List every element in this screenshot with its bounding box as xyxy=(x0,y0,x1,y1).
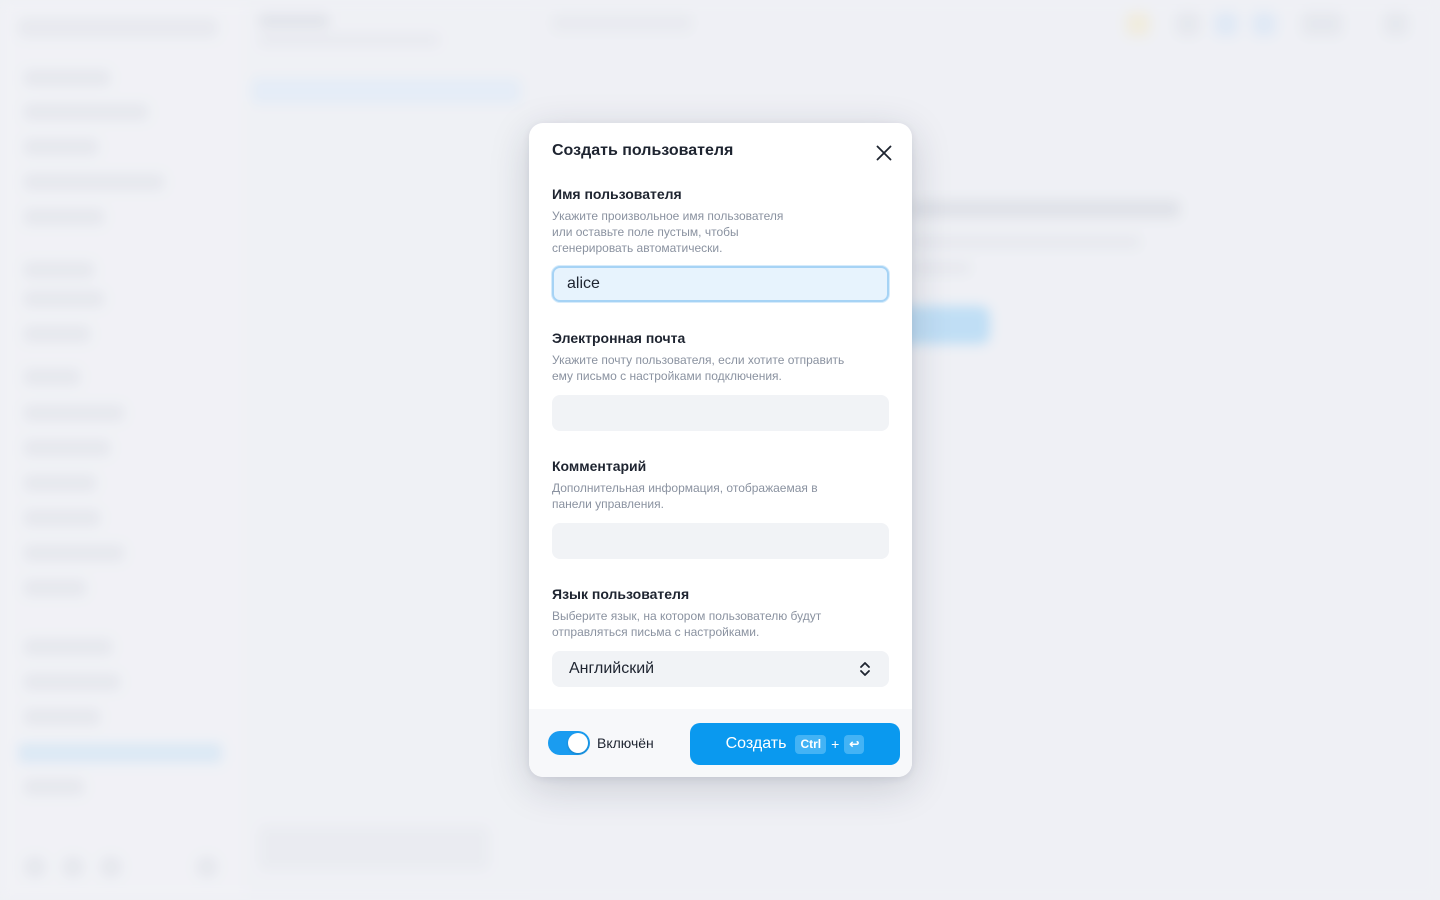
username-label: Имя пользователя xyxy=(552,186,682,202)
close-button[interactable] xyxy=(870,139,898,167)
language-hint: Выберите язык, на котором пользователю б… xyxy=(552,608,889,640)
language-selected-value: Английский xyxy=(569,660,655,677)
comment-input[interactable] xyxy=(552,523,889,559)
toggle-knob xyxy=(568,733,588,753)
dialog-footer: Включён Создать Ctrl + ↩ xyxy=(529,709,912,777)
comment-label: Комментарий xyxy=(552,458,647,474)
comment-hint-line: панели управления. xyxy=(552,497,664,511)
comment-hint: Дополнительная информация, отображаемая … xyxy=(552,480,889,512)
enabled-toggle-label: Включён xyxy=(597,735,654,751)
username-hint-line: Укажите произвольное имя пользователя xyxy=(552,209,784,223)
comment-hint-line: Дополнительная информация, отображаемая … xyxy=(552,481,818,495)
enabled-toggle[interactable] xyxy=(548,731,590,755)
username-input[interactable] xyxy=(552,266,889,302)
enter-key-icon: ↩ xyxy=(844,734,865,754)
email-field-group: Электронная почта Укажите почту пользова… xyxy=(552,329,889,433)
username-hint-line: или оставьте поле пустым, чтобы xyxy=(552,225,739,239)
email-label: Электронная почта xyxy=(552,330,686,346)
create-button-label: Создать xyxy=(725,735,787,752)
language-label: Язык пользователя xyxy=(552,586,690,602)
email-hint: Укажите почту пользователя, если хотите … xyxy=(552,352,889,384)
dialog-header: Создать пользователя xyxy=(529,123,912,179)
create-button[interactable]: Создать Ctrl + ↩ xyxy=(690,723,900,765)
create-user-dialog: Создать пользователя Имя пользователя Ук… xyxy=(529,123,912,777)
email-input[interactable] xyxy=(552,395,889,431)
shortcut-ctrl-key: Ctrl xyxy=(795,734,827,754)
language-select[interactable]: Английский xyxy=(552,651,889,687)
comment-field-group: Комментарий Дополнительная информация, о… xyxy=(552,457,889,561)
language-hint-line: Выберите язык, на котором пользователю б… xyxy=(552,609,822,623)
language-field-group: Язык пользователя Выберите язык, на кото… xyxy=(552,585,889,689)
shortcut-plus: + xyxy=(831,736,840,752)
dialog-title: Создать пользователя xyxy=(552,142,734,159)
close-icon xyxy=(876,145,892,161)
username-hint: Укажите произвольное имя пользователя ил… xyxy=(552,208,889,256)
language-hint-line: отправляться письма с настройками. xyxy=(552,625,760,639)
email-hint-line: Укажите почту пользователя, если хотите … xyxy=(552,353,845,367)
chevron-up-down-icon xyxy=(858,660,872,678)
username-hint-line: сгенерировать автоматически. xyxy=(552,241,723,255)
username-field-group: Имя пользователя Укажите произвольное им… xyxy=(552,185,889,305)
email-hint-line: ему письмо с настройками подключения. xyxy=(552,369,782,383)
